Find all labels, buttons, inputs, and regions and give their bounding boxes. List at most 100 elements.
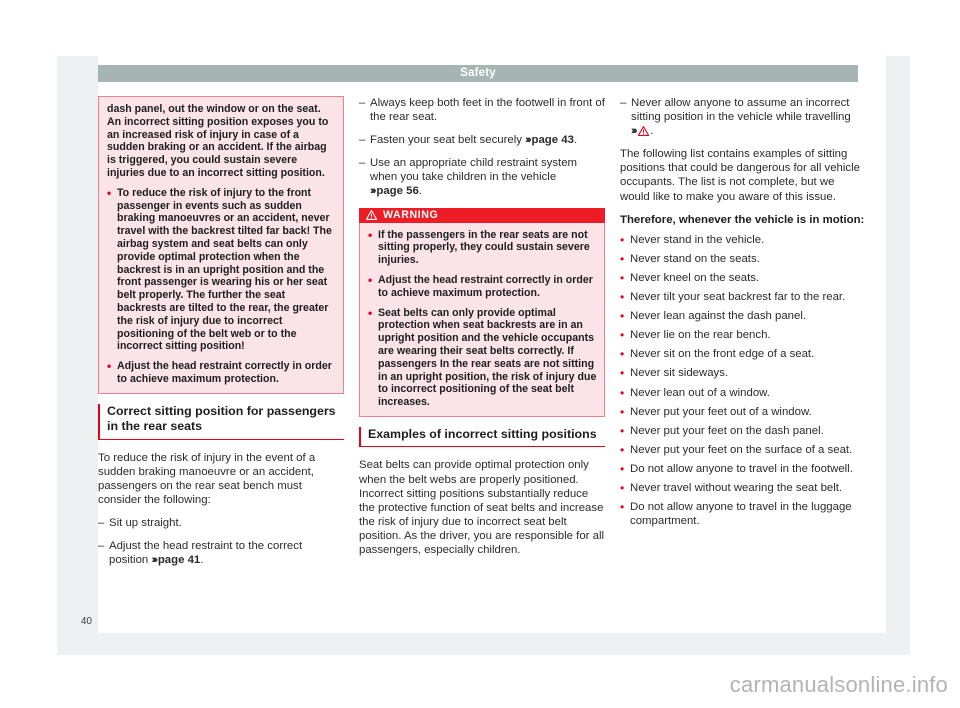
list-item-text: Never stand in the vehicle. <box>630 233 765 246</box>
cross-reference-link[interactable]: ››› <box>631 125 650 137</box>
list-item: • Never put your feet on the surface of … <box>620 443 866 457</box>
warning-item-text: If the passengers in the rear seats are … <box>378 228 590 267</box>
page-number: 40 <box>80 616 92 627</box>
right-column: – Never allow anyone to assume an incorr… <box>620 96 866 626</box>
warning-item: • Seat belts can only provide optimal pr… <box>368 305 597 409</box>
bullet-dot-icon: • <box>620 442 625 457</box>
warning-box-header: WARNING <box>359 207 605 223</box>
bullet-dot-icon: • <box>620 366 625 381</box>
list-item-text: Never travel without wearing the seat be… <box>630 481 843 494</box>
section-body-paragraph: Seat belts can provide optimal protectio… <box>359 459 605 556</box>
list-item-text: Adjust the head restraint to the correct… <box>109 540 303 567</box>
list-item: – Use an appropriate child restraint sys… <box>359 156 605 198</box>
site-watermark: carmanualsonline.info <box>729 672 948 697</box>
note-box-continued: dash panel, out the window or on the sea… <box>98 96 344 394</box>
list-item: – Never allow anyone to assume an incorr… <box>620 96 866 138</box>
list-item: • Never kneel on the seats. <box>620 271 866 285</box>
list-item-text: Fasten your seat belt securely <box>370 134 522 147</box>
list-item-text: Never lie on the rear bench. <box>630 329 771 342</box>
list-item: • Never lie on the rear bench. <box>620 328 866 342</box>
list-item: – Adjust the head restraint to the corre… <box>98 539 344 567</box>
cross-reference-label: page 43 <box>531 134 574 147</box>
list-item-text: Always keep both feet in the footwell in… <box>370 97 605 124</box>
warning-box-body: • If the passengers in the rear seats ar… <box>359 222 605 417</box>
list-item: • Never sit sideways. <box>620 366 866 380</box>
bullet-dot-icon: • <box>368 272 373 287</box>
cross-reference-link[interactable]: ››› page 43 <box>522 134 574 146</box>
page-viewport: Safety 40 carmanualsonline.info dash pan… <box>0 0 960 708</box>
list-item-text: Never lean against the dash panel. <box>630 310 807 323</box>
warning-triangle-icon <box>638 126 650 137</box>
list-item: • Never stand on the seats. <box>620 252 866 266</box>
list-item-text: Never put your feet on the surface of a … <box>630 443 853 456</box>
list-item: • Never stand in the vehicle. <box>620 233 866 247</box>
running-header-bar: Safety <box>98 65 858 82</box>
list-item-text: Never lean out of a window. <box>630 386 770 399</box>
list-item: • Do not allow anyone to travel in the f… <box>620 462 866 476</box>
dash-marker-icon: – <box>620 97 627 109</box>
section-heading-rear-seat-position: Correct sitting position for passengers … <box>98 403 344 440</box>
middle-column: – Always keep both feet in the footwell … <box>359 96 605 626</box>
bullet-dot-icon: • <box>368 227 373 242</box>
dash-marker-icon: – <box>98 540 105 553</box>
note-bullet-text: Adjust the head restraint correctly in o… <box>117 360 332 385</box>
bullet-dot-icon: • <box>620 328 625 343</box>
bullet-dot-icon: • <box>620 385 625 400</box>
note-bullet-text: To reduce the risk of injury to the fron… <box>117 186 332 353</box>
list-item-text: Never stand on the seats. <box>630 252 760 265</box>
bullet-dot-icon: • <box>620 251 625 266</box>
bullet-dot-icon: • <box>620 347 625 362</box>
list-lead-in: Therefore, whenever the vehicle is in mo… <box>620 213 865 226</box>
bullet-dot-icon: • <box>620 270 625 285</box>
warning-box: WARNING • If the passengers in the rear … <box>359 207 605 417</box>
list-item: • Never put your feet out of a window. <box>620 405 866 419</box>
bullet-dot-icon: • <box>620 423 625 438</box>
list-item-text: Never sit on the front edge of a seat. <box>630 348 815 361</box>
bullet-dot-icon: • <box>620 461 625 476</box>
list-item: – Always keep both feet in the footwell … <box>359 96 605 124</box>
bullet-dot-icon: • <box>620 500 625 515</box>
note-bullet-paragraph: • Adjust the head restraint correctly in… <box>107 360 336 386</box>
list-item-tail: . <box>200 554 204 567</box>
list-item-text: Do not allow anyone to travel in the lug… <box>630 501 852 528</box>
list-item-tail: . <box>650 125 654 138</box>
dash-marker-icon: – <box>359 97 366 109</box>
list-item: • Never travel without wearing the seat … <box>620 481 866 495</box>
warning-box-label: WARNING <box>383 209 439 222</box>
list-item: • Never put your feet on the dash panel. <box>620 424 866 438</box>
bullet-dot-icon: • <box>107 359 112 374</box>
running-header-title: Safety <box>460 67 496 79</box>
list-item-text: Sit up straight. <box>109 517 182 530</box>
cross-reference-link[interactable]: ››› page 56 <box>370 185 419 197</box>
list-item-text: Never sit sideways. <box>630 367 729 380</box>
list-item: • Never lean out of a window. <box>620 386 866 400</box>
cross-reference-label: page 41 <box>157 554 201 567</box>
section-heading-incorrect-positions: Examples of incorrect sitting positions <box>359 426 605 448</box>
bullet-dot-icon: • <box>620 404 625 419</box>
bullet-dot-icon: • <box>620 309 625 324</box>
list-item: – Fasten your seat belt securely ››› page… <box>359 133 605 147</box>
warning-item: • Adjust the head restraint correctly in… <box>368 274 597 300</box>
section-intro-paragraph: To reduce the risk of injury in the even… <box>98 451 316 507</box>
cross-reference-link[interactable]: ››› page 41 <box>148 554 200 566</box>
bullet-dot-icon: • <box>368 305 373 320</box>
dash-marker-icon: – <box>359 134 366 147</box>
warning-item-text: Adjust the head restraint correctly in o… <box>378 273 593 299</box>
list-item: – Sit up straight. <box>98 516 344 530</box>
bullet-dot-icon: • <box>620 232 625 247</box>
bullet-dot-icon: • <box>620 290 625 305</box>
list-item-text: Never put your feet on the dash panel. <box>630 424 824 437</box>
list-item-tail: . <box>418 185 422 198</box>
page-columns: dash panel, out the window or on the sea… <box>98 96 868 626</box>
dash-marker-icon: – <box>98 517 105 530</box>
warning-item: • If the passengers in the rear seats ar… <box>368 227 597 267</box>
list-item: • Do not allow anyone to travel in the l… <box>620 500 866 528</box>
list-item: • Never lean against the dash panel. <box>620 309 866 323</box>
list-item-text: Never allow anyone to assume an incorrec… <box>631 97 851 124</box>
list-item-text: Never tilt your seat backrest far to the… <box>630 291 846 304</box>
warning-triangle-icon <box>366 210 377 221</box>
chevron-right-icon: ››› <box>631 125 638 138</box>
list-item: • Never tilt your seat backrest far to t… <box>620 290 866 304</box>
warning-item-text: Seat belts can only provide optimal prot… <box>378 306 597 409</box>
note-paragraph: dash panel, out the window or on the sea… <box>107 103 329 179</box>
